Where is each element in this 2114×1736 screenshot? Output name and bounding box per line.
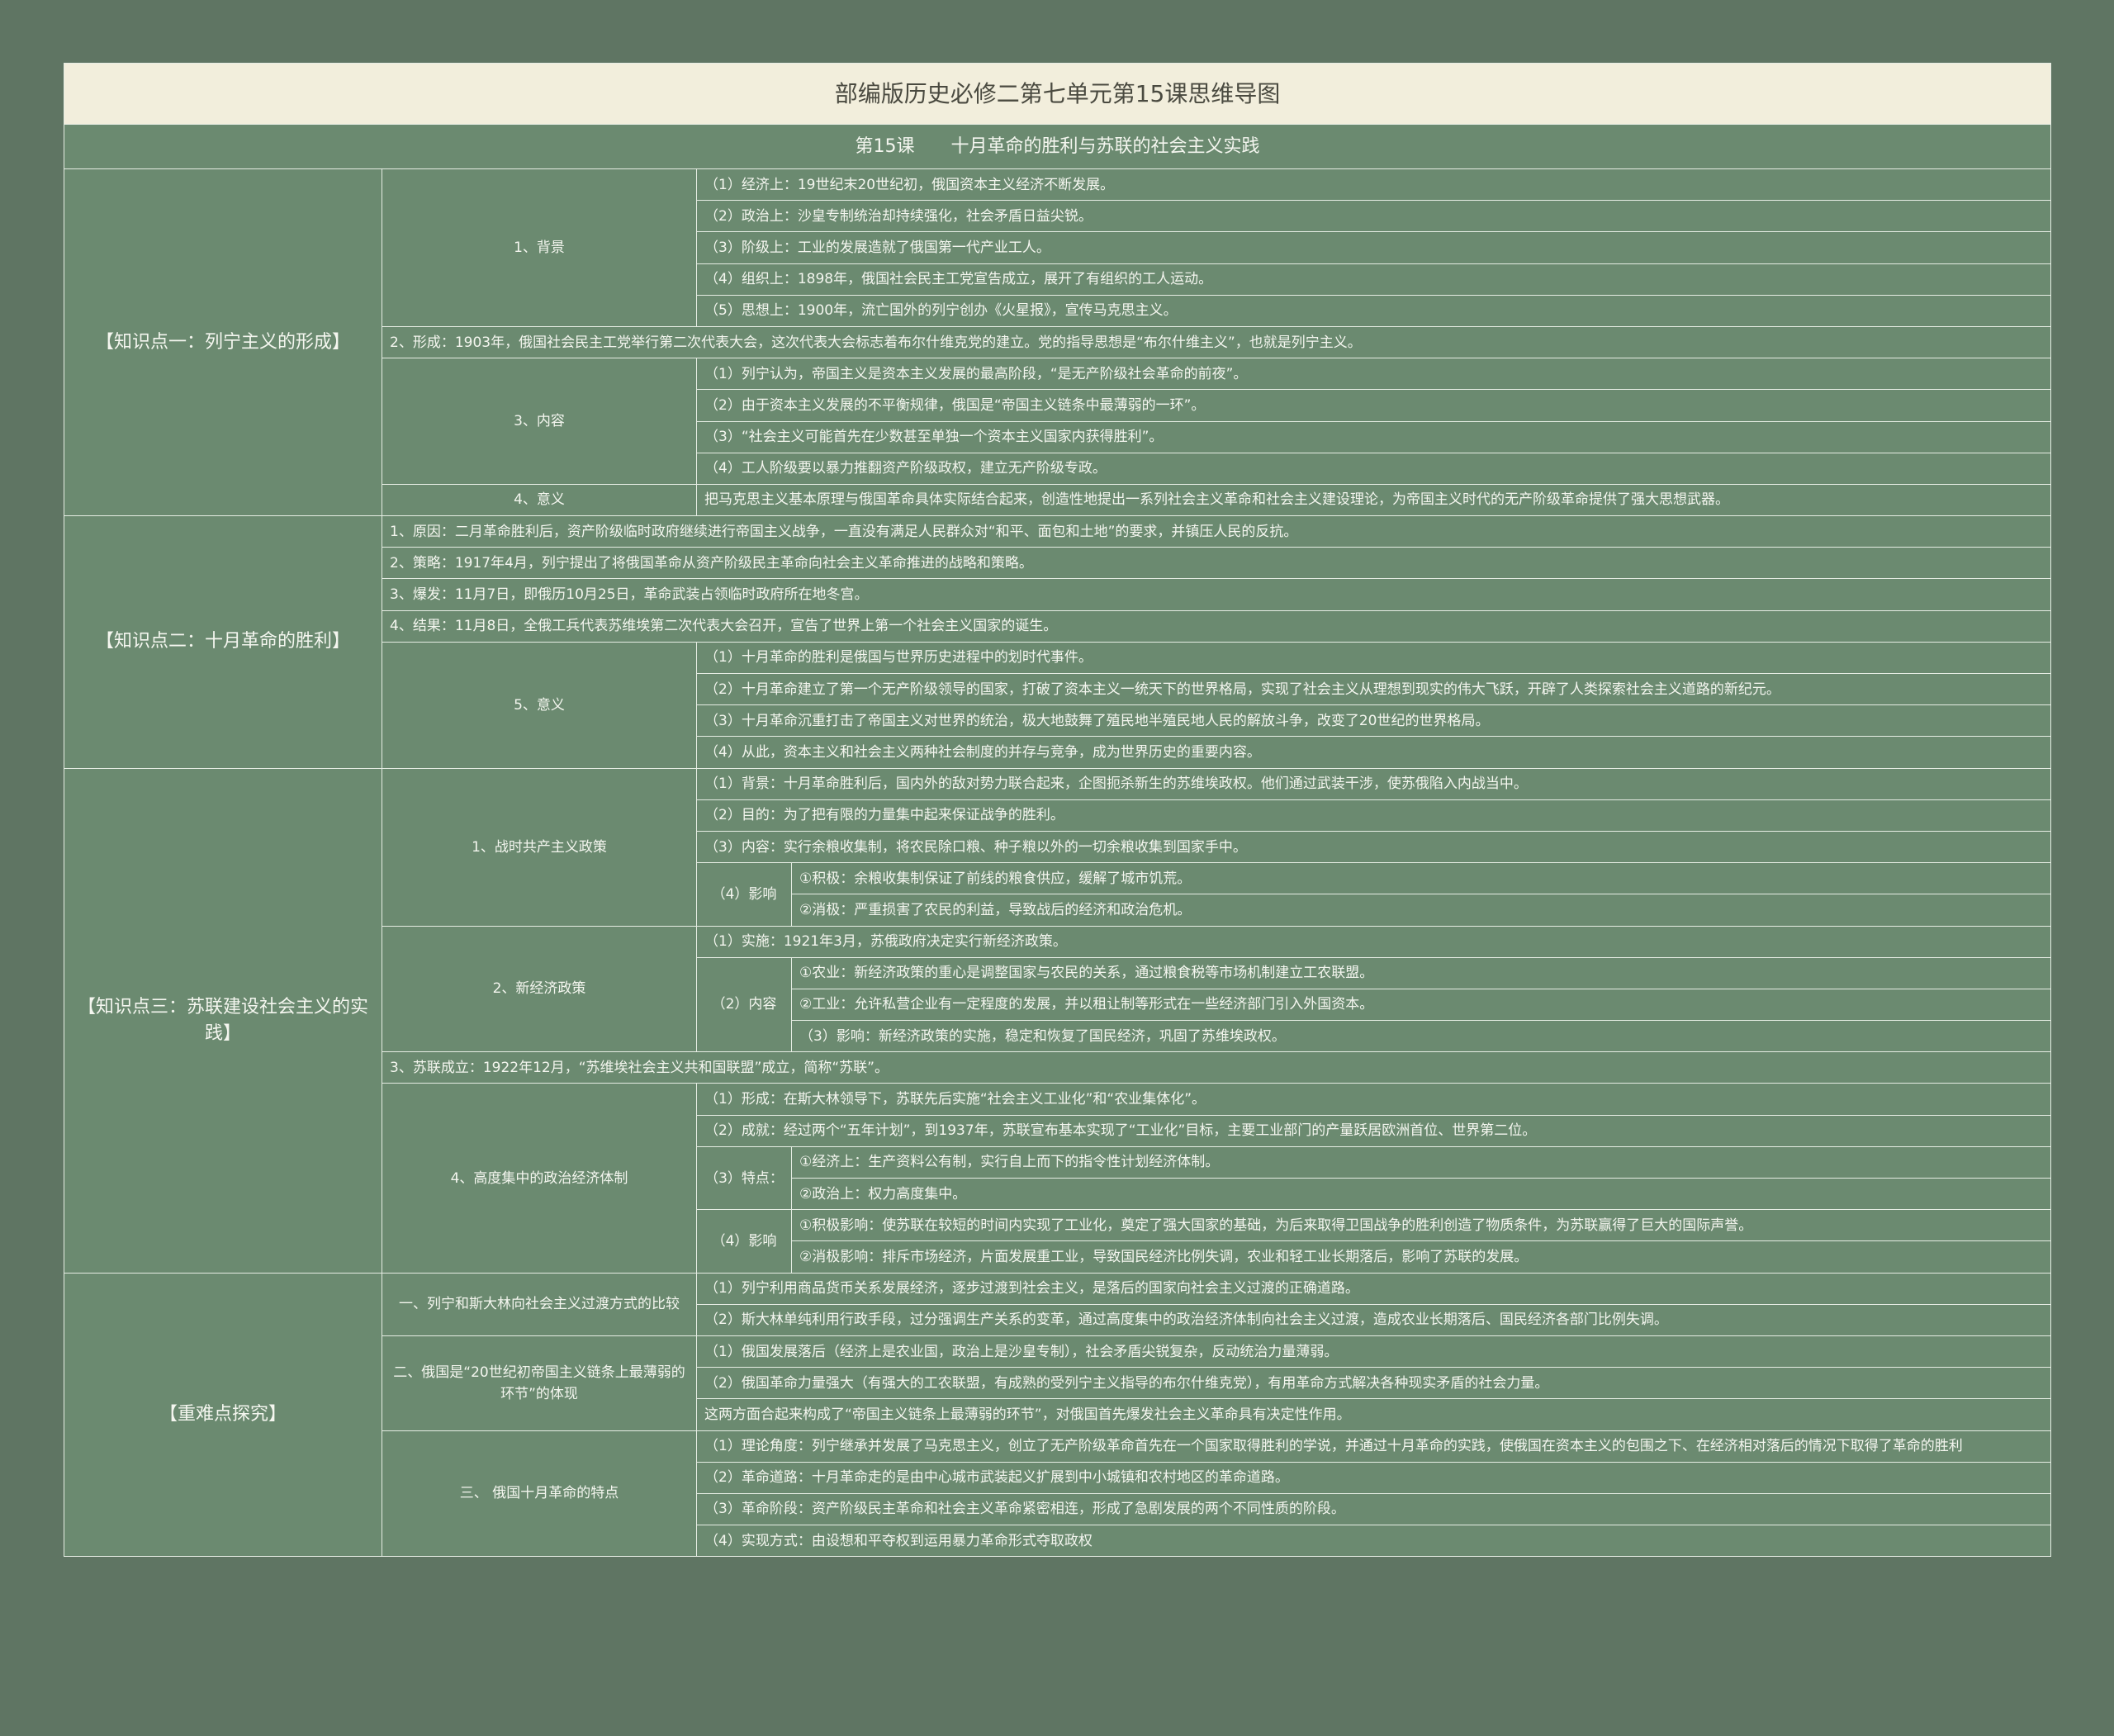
leaf-item: （1）背景：十月革命胜利后，国内外的敌对势力联合起来，企图扼杀新生的苏维埃政权。… <box>695 767 2052 800</box>
leaf-item: （4）组织上：1898年，俄国社会民主工党宣告成立，展开了有组织的工人运动。 <box>695 263 2052 296</box>
branch-ussr-founding: 3、苏联成立：1922年12月，“苏维埃社会主义共和国联盟”成立，简称“苏联”。 <box>381 1051 2052 1084</box>
leaf-item: （3）“社会主义可能首先在少数甚至单独一个资本主义国家内获得胜利”。 <box>695 420 2052 453</box>
leaf-item: （4）工人阶级要以暴力推翻资产阶级政权，建立无产阶级专政。 <box>695 452 2052 485</box>
branch-background: 1、背景 <box>382 168 697 327</box>
section-1-label: 【知识点一：列宁主义的形成】 <box>64 168 382 517</box>
leaf-item: ①积极影响：使苏联在较短的时间内实现了工业化，奠定了强大国家的基础，为后来取得卫… <box>790 1209 2052 1242</box>
branch-war-communism: 1、战时共产主义政策 <box>382 767 697 927</box>
branch-item: 4、结果：11月8日，全俄工兵代表苏维埃第二次代表大会召开，宣告了世界上第一个社… <box>381 609 2052 643</box>
leaf-item: （2）十月革命建立了第一个无产阶级领导的国家，打破了资本主义一统天下的世界格局，… <box>695 672 2052 706</box>
table-row: 【重难点探究】 一、列宁和斯大林向社会主义过渡方式的比较 （1）列宁利用商品货币… <box>64 1272 2052 1558</box>
leaf-item: （2）由于资本主义发展的不平衡规律，俄国是“帝国主义链条中最薄弱的一环”。 <box>695 389 2052 422</box>
leaf-item: （3）革命阶段：资产阶级民主革命和社会主义革命紧密相连，形成了急剧发展的两个不同… <box>695 1492 2052 1526</box>
leaf-item: （1）经济上：19世纪末20世纪初，俄国资本主义经济不断发展。 <box>695 168 2052 202</box>
sub-branch-traits: （3）特点： <box>696 1145 792 1211</box>
leaf-item: （4）实现方式：由设想和平夺权到运用暴力革命形式夺取政权 <box>695 1525 2052 1558</box>
sub-branch-content: （2）内容 <box>696 956 792 1053</box>
mindmap-table: 部编版历史必修二第七单元第15课思维导图 第15课 十月革命的胜利与苏联的社会主… <box>63 63 2052 1558</box>
leaf-item: （1）实施：1921年3月，苏俄政府决定实行新经济政策。 <box>695 925 2052 958</box>
page: { "title": "部编版历史必修二第七单元第15课思维导图", "subt… <box>0 0 2114 1736</box>
leaf-item: ②消极：严重损害了农民的利益，导致战后的经济和政治危机。 <box>790 894 2052 927</box>
leaf-item: （3）内容：实行余粮收集制，将农民除口粮、种子粮以外的一切余粮收集到国家手中。 <box>695 830 2052 864</box>
branch-content: 3、内容 <box>382 358 697 485</box>
branch-centralized-system: 4、高度集中的政治经济体制 <box>382 1083 697 1274</box>
leaf-item: 把马克思主义基本原理与俄国革命具体实际结合起来，创造性地提出一系列社会主义革命和… <box>695 483 2052 517</box>
lesson-title: 第15课 十月革命的胜利与苏联的社会主义实践 <box>63 124 2052 169</box>
leaf-item: ②消极影响：排斥市场经济，片面发展重工业，导致国民经济比例失调，农业和轻工业长期… <box>790 1240 2052 1274</box>
leaf-item: （5）思想上：1900年，流亡国外的列宁创办《火星报》，宣传马克思主义。 <box>695 294 2052 327</box>
table-row: 【知识点一：列宁主义的形成】 1、背景 （1）经济上：19世纪末20世纪初，俄国… <box>64 168 2052 517</box>
leaf-item: ①经济上：生产资料公有制，实行自上而下的指令性计划经济体制。 <box>790 1145 2052 1179</box>
leaf-item: ②政治上：权力高度集中。 <box>790 1177 2052 1211</box>
title-row: 部编版历史必修二第七单元第15课思维导图 <box>63 63 2052 125</box>
leaf-item: （3）影响：新经济政策的实施，稳定和恢复了国民经济，巩固了苏维埃政权。 <box>790 1020 2052 1053</box>
leaf-item: ②工业：允许私营企业有一定程度的发展，并以租让制等形式在一些经济部门引入外国资本… <box>790 988 2052 1022</box>
sub-branch-effect: （4）影响 <box>696 1209 792 1274</box>
leaf-item: （4）从此，资本主义和社会主义两种社会制度的并存与竞争，成为世界历史的重要内容。 <box>695 736 2052 769</box>
leaf-item: （1）十月革命的胜利是俄国与世界历史进程中的划时代事件。 <box>695 641 2052 675</box>
branch-weakest-link: 二、俄国是“20世纪初帝国主义链条上最薄弱的环节”的体现 <box>382 1335 697 1431</box>
branch-nep: 2、新经济政策 <box>382 925 697 1053</box>
branch-item: 1、原因：二月革命胜利后，资产阶级临时政府继续进行帝国主义战争，一直没有满足人民… <box>381 515 2052 548</box>
branch-significance: 4、意义 <box>382 483 697 517</box>
branch-revolution-traits: 三、 俄国十月革命的特点 <box>382 1430 697 1558</box>
leaf-item: （2）政治上：沙皇专制统治却持续强化，社会矛盾日益尖锐。 <box>695 200 2052 233</box>
leaf-item: ①农业：新经济政策的重心是调整国家与农民的关系，通过粮食税等市场机制建立工农联盟… <box>790 956 2052 989</box>
leaf-item: （1）形成：在斯大林领导下，苏联先后实施“社会主义工业化”和“农业集体化”。 <box>695 1083 2052 1116</box>
table-row: 【知识点二：十月革命的胜利】 1、原因：二月革命胜利后，资产阶级临时政府继续进行… <box>64 515 2052 769</box>
table-row: 【知识点三：苏联建设社会主义的实践】 1、战时共产主义政策 （1）背景：十月革命… <box>64 767 2052 1274</box>
subtitle-row: 第15课 十月革命的胜利与苏联的社会主义实践 <box>63 124 2052 169</box>
leaf-item: （1）列宁认为，帝国主义是资本主义发展的最高阶段，“是无产阶级社会革命的前夜”。 <box>695 358 2052 391</box>
leaf-item: （2）俄国革命力量强大（有强大的工农联盟，有成熟的受列宁主义指导的布尔什维克党）… <box>695 1367 2052 1400</box>
branch-item: 2、策略：1917年4月，列宁提出了将俄国革命从资产阶级民主革命向社会主义革命推… <box>381 547 2052 580</box>
branch-significance: 5、意义 <box>382 641 697 769</box>
leaf-item: （1）理论角度：列宁继承并发展了马克思主义，创立了无产阶级革命首先在一个国家取得… <box>695 1430 2052 1463</box>
leaf-item: （1）列宁利用商品货币关系发展经济，逐步过渡到社会主义，是落后的国家向社会主义过… <box>695 1272 2052 1305</box>
branch-item: 3、爆发：11月7日，即俄历10月25日，革命武装占领临时政府所在地冬宫。 <box>381 578 2052 611</box>
branch-formation: 2、形成：1903年，俄国社会民主工党举行第二次代表大会，这次代表大会标志着布尔… <box>381 325 2052 359</box>
leaf-item: ①积极：余粮收集制保证了前线的粮食供应，缓解了城市饥荒。 <box>790 862 2052 895</box>
leaf-item: （1）俄国发展落后（经济上是农业国，政治上是沙皇专制），社会矛盾尖锐复杂，反动统… <box>695 1335 2052 1368</box>
leaf-item: （2）目的：为了把有限的力量集中起来保证战争的胜利。 <box>695 799 2052 832</box>
page-title: 部编版历史必修二第七单元第15课思维导图 <box>63 63 2052 125</box>
branch-comparison: 一、列宁和斯大林向社会主义过渡方式的比较 <box>382 1272 697 1336</box>
leaf-item: （3）阶级上：工业的发展造就了俄国第一代产业工人。 <box>695 231 2052 264</box>
leaf-item: （2）斯大林单纯利用行政手段，过分强调生产关系的变革，通过高度集中的政治经济体制… <box>695 1303 2052 1336</box>
section-3-label: 【知识点三：苏联建设社会主义的实践】 <box>64 767 382 1274</box>
sub-branch-effect: （4）影响 <box>696 862 792 927</box>
section-2-label: 【知识点二：十月革命的胜利】 <box>64 515 382 769</box>
leaf-item: （2）革命道路：十月革命走的是由中心城市武装起义扩展到中小城镇和农村地区的革命道… <box>695 1461 2052 1494</box>
leaf-item: （3）十月革命沉重打击了帝国主义对世界的统治，极大地鼓舞了殖民地半殖民地人民的解… <box>695 704 2052 738</box>
leaf-item: 这两方面合起来构成了“帝国主义链条上最薄弱的环节”，对俄国首先爆发社会主义革命具… <box>695 1398 2052 1431</box>
leaf-item: （2）成就：经过两个“五年计划”，到1937年，苏联宣布基本实现了“工业化”目标… <box>695 1114 2052 1147</box>
section-4-label: 【重难点探究】 <box>64 1272 382 1558</box>
